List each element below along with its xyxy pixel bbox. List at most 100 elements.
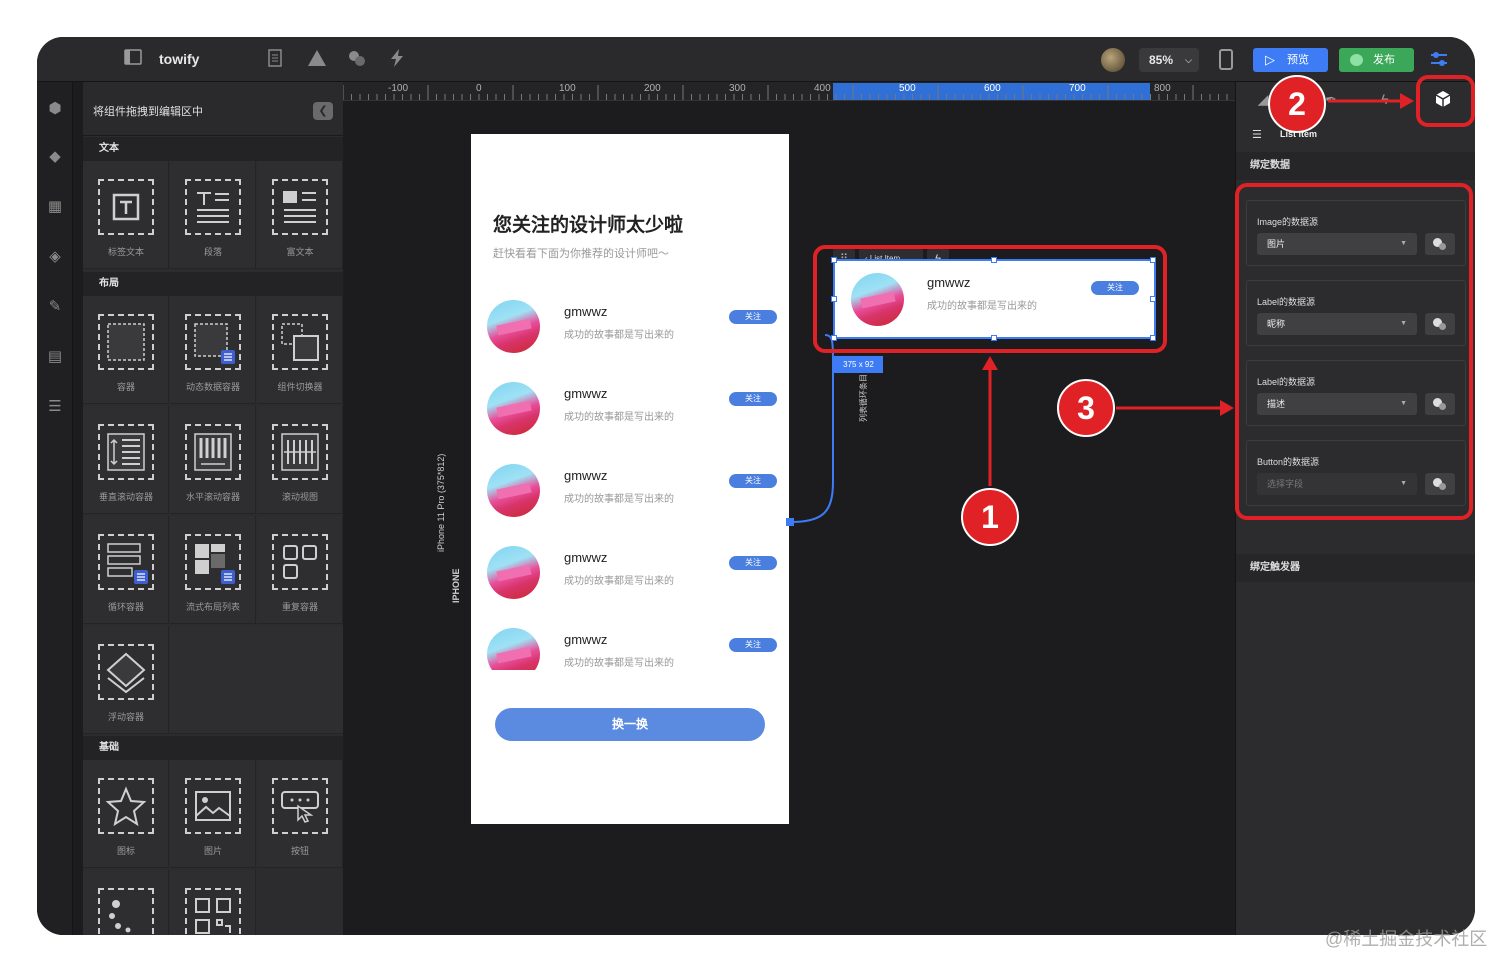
comp-container[interactable]: 容器 [83, 296, 169, 404]
paragraph-icon [185, 179, 241, 235]
resize-handle[interactable] [831, 296, 837, 302]
resize-handle[interactable] [1150, 257, 1156, 263]
item-name: gmwwz [564, 386, 608, 401]
device-icon[interactable] [1219, 49, 1233, 70]
layers-icon[interactable]: ◈ [46, 248, 64, 266]
comp-label-text[interactable]: 标签文本 [83, 161, 169, 269]
comp-label: 循环容器 [107, 602, 144, 612]
comp-floating-container[interactable]: 浮动容器 [83, 626, 169, 734]
binding-label: Button的数据源 [1257, 457, 1320, 467]
binding-select[interactable]: 选择字段 ▼ [1257, 473, 1417, 495]
phone-subtitle: 赶快看看下面为你推荐的设计师吧～ [493, 248, 669, 260]
rich-text-icon [272, 179, 328, 235]
bind-toggle-button[interactable] [1425, 473, 1455, 495]
bind-toggle-button[interactable] [1425, 233, 1455, 255]
assets-icon[interactable]: ◆ [46, 148, 64, 166]
user-avatar[interactable] [1101, 48, 1125, 72]
resize-handle[interactable] [991, 257, 997, 263]
comp-button[interactable]: 按钮 [257, 760, 343, 868]
shapes-icon[interactable] [307, 49, 327, 69]
page-icon[interactable] [265, 49, 285, 69]
comp-rich-text[interactable]: 富文本 [257, 161, 343, 269]
comp-loop-container[interactable]: 循环容器 [83, 516, 169, 624]
list-item[interactable]: gmwwz 成功的故事都是写出来的 关注 [487, 542, 783, 602]
binding-value: 昵称 [1267, 319, 1286, 329]
comp-dynamic-container[interactable]: 动态数据容器 [170, 296, 256, 404]
container-icon [98, 314, 154, 370]
publish-button[interactable]: 发布 [1339, 48, 1414, 72]
resize-handle[interactable] [1150, 296, 1156, 302]
collapse-button[interactable]: ❮ [313, 102, 333, 120]
bind-data-header: 绑定数据 [1236, 152, 1475, 180]
comp-vscroll[interactable]: 垂直滚动容器 [83, 406, 169, 514]
vertical-scroll-icon [98, 424, 154, 480]
list-item[interactable]: gmwwz 成功的故事都是写出来的 关注 [487, 624, 783, 670]
comp-flow-list[interactable]: 流式布局列表 [170, 516, 256, 624]
list-item[interactable]: gmwwz 成功的故事都是写出来的 关注 [487, 296, 783, 356]
follow-button[interactable]: 关注 [729, 556, 777, 570]
item-name: gmwwz [564, 632, 608, 647]
component-panel: 将组件拖拽到编辑区中 ❮ 文本 标签文本 段落 富文本 布局 容器 动态数据容器… [83, 82, 343, 935]
preview-button[interactable]: ▷ 预览 [1253, 48, 1328, 72]
zoom-select[interactable]: 85% ⌵ [1139, 48, 1199, 72]
layout-icon[interactable]: ▦ [46, 198, 64, 216]
binding-button: Button的数据源 选择字段 ▼ [1246, 440, 1466, 506]
comp-paragraph[interactable]: 段落 [170, 161, 256, 269]
sidebar-toggle-icon[interactable] [123, 49, 143, 69]
brush-icon[interactable]: ✎ [46, 298, 64, 316]
comp-switcher[interactable]: 组件切换器 [257, 296, 343, 404]
action-icon[interactable] [387, 49, 407, 69]
follow-button[interactable]: 关注 [1091, 281, 1139, 295]
bind-toggle-button[interactable] [1425, 313, 1455, 335]
avatar [487, 382, 540, 435]
comp-hscroll[interactable]: 水平滚动容器 [170, 406, 256, 514]
ruler-mark: 100 [559, 83, 576, 94]
canvas[interactable]: -100 0 100 200 300 400 500 600 700 800 i… [343, 82, 1235, 935]
comp-scroll-view[interactable]: 滚动视图 [257, 406, 343, 514]
list-item[interactable]: gmwwz 成功的故事都是写出来的 关注 [487, 460, 783, 520]
comp-repeat-container[interactable]: 重复容器 [257, 516, 343, 624]
switcher-icon [272, 314, 328, 370]
settings-sliders-icon[interactable] [1429, 49, 1449, 69]
resize-handle[interactable] [991, 335, 997, 341]
chevron-down-icon: ⌵ [1185, 55, 1192, 65]
follow-button[interactable]: 关注 [729, 474, 777, 488]
event-tab-icon[interactable]: ϟ [1376, 90, 1394, 108]
list-icon[interactable]: ☰ [46, 398, 64, 416]
loading-dots-icon [98, 888, 154, 935]
resize-handle[interactable] [1150, 335, 1156, 341]
comp-qrcode[interactable] [170, 870, 256, 935]
binding-select[interactable]: 图片 ▼ [1257, 233, 1417, 255]
resize-handle[interactable] [831, 257, 837, 263]
ruler-mark: 200 [644, 83, 661, 94]
binding-select[interactable]: 描述 ▼ [1257, 393, 1417, 415]
top-bar: towify 85% ⌵ ▷ 预览 发布 [37, 37, 1475, 82]
component-cube-icon[interactable]: ⬢ [46, 100, 64, 118]
resize-handle[interactable] [831, 335, 837, 341]
repeat-container-icon [272, 534, 328, 590]
comp-image[interactable]: 图片 [170, 760, 256, 868]
phone-frame[interactable]: 您关注的设计师太少啦 赶快看看下面为你推荐的设计师吧～ gmwwz 成功的故事都… [471, 134, 789, 824]
selected-list-item[interactable]: gmwwz 成功的故事都是写出来的 关注 [831, 257, 1156, 341]
data-icon[interactable] [347, 49, 367, 69]
comp-label: 段落 [203, 247, 222, 257]
device-type-label: IPHONE [451, 568, 461, 603]
swap-button[interactable]: 换一换 [495, 708, 765, 741]
section-basic: 基础 [83, 736, 343, 760]
comp-label: 浮动容器 [107, 712, 144, 722]
follow-button[interactable]: 关注 [729, 310, 777, 324]
list-item[interactable]: gmwwz 成功的故事都是写出来的 关注 [487, 378, 783, 438]
follow-button[interactable]: 关注 [729, 392, 777, 406]
eye-icon [1350, 54, 1363, 66]
binding-select[interactable]: 昵称 ▼ [1257, 313, 1417, 335]
ruler-mark: -100 [388, 83, 409, 94]
comp-label: 滚动视图 [281, 492, 318, 502]
follow-button[interactable]: 关注 [729, 638, 777, 652]
comp-icon[interactable]: 图标 [83, 760, 169, 868]
item-desc: 成功的故事都是写出来的 [564, 658, 674, 669]
data-binding-tab-icon[interactable] [1434, 90, 1452, 108]
pages-icon[interactable]: ▤ [46, 348, 64, 366]
comp-loading[interactable] [83, 870, 169, 935]
bind-toggle-button[interactable] [1425, 393, 1455, 415]
item-desc: 成功的故事都是写出来的 [927, 301, 1037, 312]
